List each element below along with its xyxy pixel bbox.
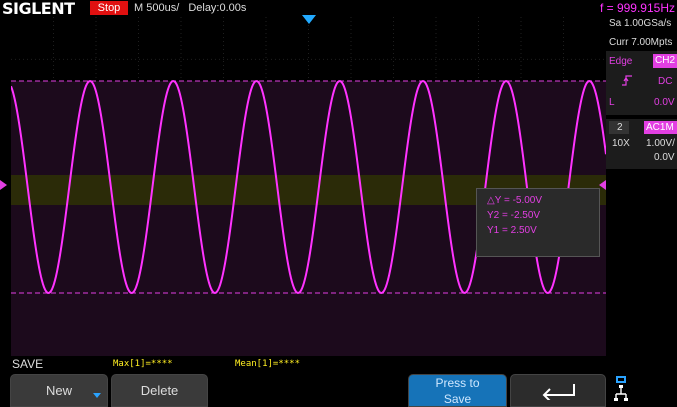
cursor-delta-y: △Y = -5.00V — [487, 195, 543, 206]
timebase-readout[interactable]: M 500us/ Delay:0.00s — [134, 2, 246, 14]
measure-mean: Mean[1]=**** — [235, 359, 301, 369]
cursor-y2: Y2 = -2.50V — [487, 210, 541, 221]
channel-offset: 0.0V — [654, 152, 675, 163]
timebase-value: M 500us/ — [134, 2, 180, 14]
delete-label: Delete — [140, 383, 179, 398]
trigger-position-marker[interactable] — [302, 15, 316, 24]
save-label: Save — [443, 391, 472, 406]
sample-rate: Sa 1.00GSa/s — [609, 18, 672, 29]
cursor-readout: △Y = -5.00V Y2 = -2.50V Y1 = 2.50V — [476, 188, 600, 257]
run-stop-badge[interactable]: Stop — [90, 1, 128, 15]
ch2-level-marker[interactable] — [0, 180, 7, 190]
trigger-level-label: L — [609, 97, 615, 108]
channel-number: 2 — [617, 122, 623, 133]
menu-title: SAVE — [12, 357, 44, 371]
new-label: New — [45, 383, 72, 398]
triangle-down-icon — [93, 393, 101, 398]
trigger-coupling: DC — [658, 76, 673, 87]
right-info-panel: Sa 1.00GSa/s Curr 7.00Mpts Edge CH2 DC L… — [606, 17, 677, 367]
delay-value: Delay:0.00s — [188, 2, 247, 14]
volts-per-div: 1.00V/ — [646, 138, 675, 149]
waveform-display[interactable] — [11, 17, 606, 356]
return-arrow-icon — [542, 383, 575, 400]
frequency-readout: f = 999.915Hz — [599, 1, 675, 15]
brand-logo: SIGLENT — [2, 0, 75, 18]
delete-softkey[interactable]: Delete — [111, 374, 208, 407]
rising-edge-icon — [622, 75, 632, 89]
memory-depth: Curr 7.00Mpts — [609, 37, 673, 48]
probe-ratio: 10X — [612, 138, 630, 149]
trigger-type: Edge — [609, 56, 633, 67]
trigger-level-marker[interactable] — [599, 180, 606, 190]
trigger-level: 0.0V — [654, 97, 675, 108]
trigger-source: CH2 — [655, 55, 676, 66]
new-softkey[interactable]: New — [10, 374, 108, 407]
return-softkey[interactable] — [510, 374, 606, 407]
cursor-y1: Y1 = 2.50V — [487, 225, 537, 236]
press-to-save-softkey[interactable]: Press to Save — [408, 374, 507, 407]
measure-max: Max[1]=**** — [113, 359, 173, 369]
press-to-label: Press to — [435, 375, 480, 390]
network-icon — [614, 376, 628, 401]
channel-coupling: AC1M — [646, 122, 674, 133]
